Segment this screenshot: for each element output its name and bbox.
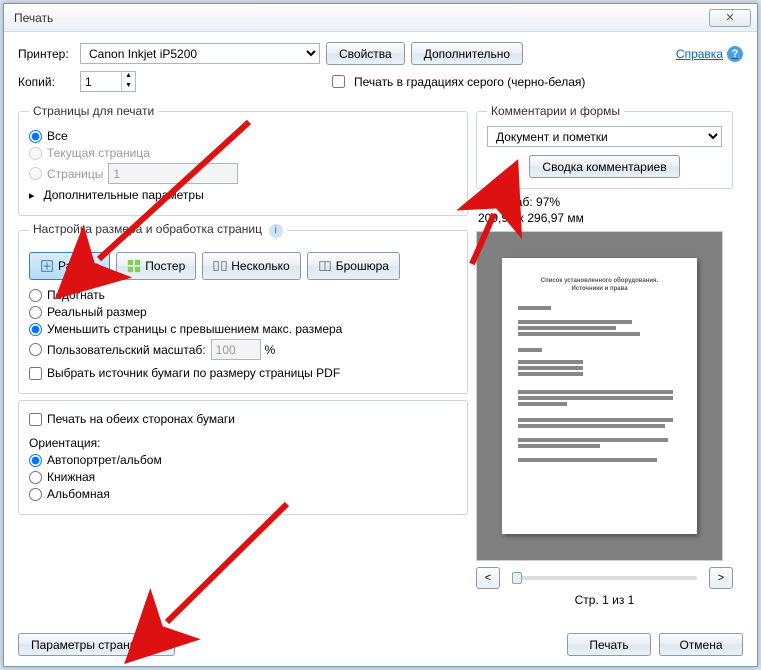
close-button[interactable]: ✕ — [709, 9, 751, 27]
titlebar: Печать ✕ — [4, 4, 757, 32]
cancel-button[interactable]: Отмена — [659, 633, 743, 656]
grayscale-label: Печать в градациях серого (черно-белая) — [354, 75, 585, 89]
copies-spinner[interactable]: ▲▼ — [80, 71, 136, 92]
pages-input — [108, 163, 238, 184]
radio-actual[interactable] — [29, 306, 42, 319]
size-icon — [40, 259, 54, 273]
radio-auto-orient[interactable] — [29, 454, 42, 467]
radio-portrait[interactable] — [29, 471, 42, 484]
radio-custom[interactable] — [29, 343, 42, 356]
poster-icon — [127, 259, 141, 273]
print-dialog: Печать ✕ Принтер: Canon Inkjet iP5200 Св… — [3, 3, 758, 667]
properties-button[interactable]: Свойства — [326, 42, 405, 65]
radio-fit[interactable] — [29, 289, 42, 302]
copies-input[interactable] — [81, 72, 121, 91]
printer-label: Принтер: — [18, 47, 74, 61]
tab-multiple[interactable]: Несколько — [202, 252, 300, 280]
page-counter: Стр. 1 из 1 — [476, 593, 733, 607]
help-icon: ? — [727, 46, 743, 62]
scale-label: Масштаб: — [478, 195, 533, 209]
help-link[interactable]: Справка ? — [676, 46, 743, 62]
slider-thumb[interactable] — [512, 572, 522, 584]
paper-source-checkbox[interactable] — [29, 367, 42, 380]
expand-icon[interactable]: ▸ — [29, 189, 35, 202]
booklet-icon — [318, 259, 332, 273]
preview-nav: < > — [476, 567, 733, 589]
additional-button[interactable]: Дополнительно — [411, 42, 523, 65]
more-options-toggle[interactable]: Дополнительные параметры — [44, 188, 204, 202]
custom-scale-input — [211, 339, 261, 360]
radio-shrink[interactable] — [29, 323, 42, 336]
page-dimensions: 209,97 x 296,97 мм — [478, 211, 733, 225]
print-button[interactable]: Печать — [567, 633, 651, 656]
tab-size[interactable]: Размер — [29, 252, 110, 280]
pages-fieldset: Страницы для печати Все Текущая страница… — [18, 104, 468, 216]
radio-pages — [29, 167, 42, 180]
comments-summary-button[interactable]: Сводка комментариев — [529, 155, 679, 178]
preview-page: Список установленного оборудования. Исто… — [502, 258, 697, 534]
scale-value: 97% — [536, 195, 560, 209]
pages-legend: Страницы для печати — [29, 104, 158, 118]
prev-page-button[interactable]: < — [476, 567, 500, 589]
grayscale-checkbox[interactable] — [332, 75, 345, 88]
comments-select[interactable]: Документ и пометки — [487, 126, 722, 147]
footer: Параметры страницы... Печать Отмена — [18, 633, 743, 656]
comments-legend: Комментарии и формы — [487, 104, 624, 118]
sizing-fieldset: Настройка размера и обработка страниц i … — [18, 222, 468, 394]
orientation-label: Ориентация: — [29, 436, 457, 450]
radio-landscape[interactable] — [29, 488, 42, 501]
spin-down-icon[interactable]: ▼ — [121, 82, 135, 92]
close-icon: ✕ — [725, 11, 734, 24]
page-slider[interactable] — [512, 576, 697, 580]
next-page-button[interactable]: > — [709, 567, 733, 589]
tab-booklet[interactable]: Брошюра — [307, 252, 400, 280]
preview-area: Список установленного оборудования. Исто… — [476, 231, 723, 561]
printer-select[interactable]: Canon Inkjet iP5200 — [80, 43, 320, 64]
multiple-icon — [213, 259, 227, 273]
page-setup-button[interactable]: Параметры страницы... — [18, 633, 175, 656]
comments-fieldset: Комментарии и формы Документ и пометки С… — [476, 104, 733, 189]
duplex-fieldset: Печать на обеих сторонах бумаги Ориентац… — [18, 400, 468, 515]
radio-current — [29, 147, 42, 160]
window-title: Печать — [10, 11, 709, 25]
duplex-checkbox[interactable] — [29, 413, 42, 426]
content: Принтер: Canon Inkjet iP5200 Свойства До… — [4, 32, 757, 617]
spin-up-icon[interactable]: ▲ — [121, 72, 135, 82]
info-icon[interactable]: i — [269, 224, 283, 238]
radio-all[interactable] — [29, 130, 42, 143]
sizing-legend: Настройка размера и обработка страниц i — [29, 222, 287, 238]
copies-label: Копий: — [18, 75, 74, 89]
tab-poster[interactable]: Постер — [116, 252, 196, 280]
